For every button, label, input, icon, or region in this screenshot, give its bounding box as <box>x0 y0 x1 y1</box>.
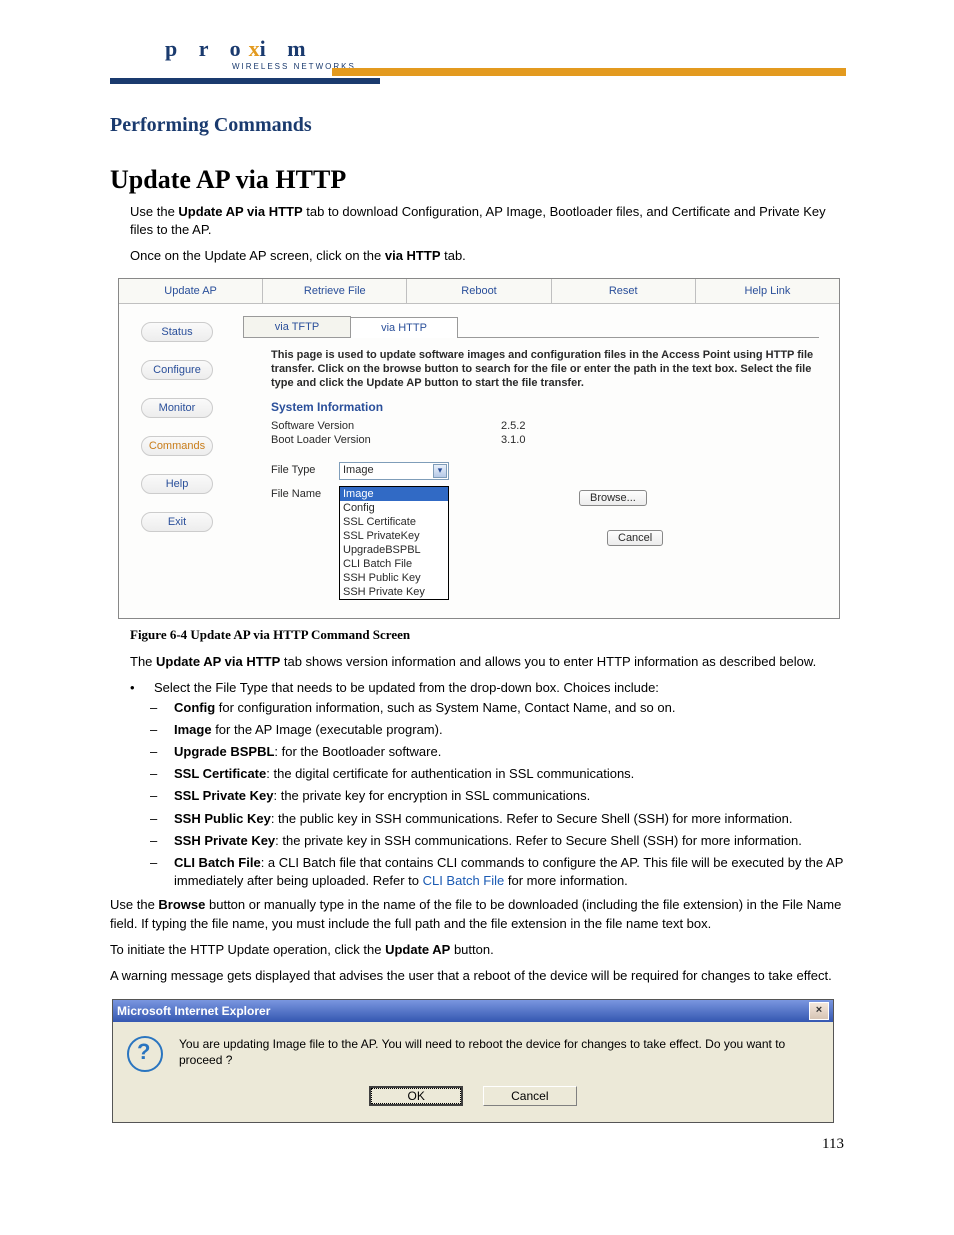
option-cli-batch-file[interactable]: CLI Batch File <box>340 557 448 571</box>
dialog-titlebar: Microsoft Internet Explorer × <box>113 1000 833 1022</box>
ap-description: This page is used to update software ima… <box>271 348 819 391</box>
option-ssl-certificate[interactable]: SSL Certificate <box>340 515 448 529</box>
cli-batch-file-link[interactable]: CLI Batch File <box>423 873 505 888</box>
sidebar-item-commands[interactable]: Commands <box>141 436 213 456</box>
sub-tabs: via TFTP via HTTP <box>243 316 819 338</box>
list-item: SSL Certificate: the digital certificate… <box>150 765 844 783</box>
sidebar-item-monitor[interactable]: Monitor <box>141 398 213 418</box>
brand-logo: p r oxi m <box>165 36 314 62</box>
ap-screenshot: Update AP Retrieve File Reboot Reset Hel… <box>118 278 840 620</box>
filename-label: File Name <box>271 486 339 500</box>
bootloader-version-label: Boot Loader Version <box>271 434 501 446</box>
tab-help-link[interactable]: Help Link <box>696 279 839 303</box>
list-item: SSH Public Key: the public key in SSH co… <box>150 810 844 828</box>
filetype-select[interactable]: Image ▾ <box>339 462 449 480</box>
sidebar-item-exit[interactable]: Exit <box>141 512 213 532</box>
brand-p: p r o <box>165 36 249 61</box>
intro-paragraph-2: Once on the Update AP screen, click on t… <box>130 247 844 265</box>
dialog-title: Microsoft Internet Explorer <box>117 1004 809 1018</box>
question-icon <box>127 1036 163 1072</box>
filetype-dropdown-list[interactable]: Image Config SSL Certificate SSL Private… <box>339 486 449 600</box>
browse-button[interactable]: Browse... <box>579 490 647 506</box>
tab-reboot[interactable]: Reboot <box>407 279 551 303</box>
brand-x: x <box>249 36 260 61</box>
list-item: SSL Private Key: the private key for enc… <box>150 787 844 805</box>
option-upgrade-bspbl[interactable]: UpgradeBSPBL <box>340 543 448 557</box>
section-title: Performing Commands <box>110 114 954 137</box>
figure-caption: Figure 6-4 Update AP via HTTP Command Sc… <box>130 627 954 643</box>
bootloader-version-value: 3.1.0 <box>501 434 525 446</box>
para-initiate: To initiate the HTTP Update operation, c… <box>110 941 844 959</box>
option-ssl-privatekey[interactable]: SSL PrivateKey <box>340 529 448 543</box>
para-warning: A warning message gets displayed that ad… <box>110 967 844 985</box>
close-icon[interactable]: × <box>809 1002 829 1020</box>
chevron-down-icon[interactable]: ▾ <box>433 464 447 478</box>
subtab-http[interactable]: via HTTP <box>350 317 458 338</box>
page-title: Update AP via HTTP <box>110 165 954 195</box>
subtab-tftp[interactable]: via TFTP <box>243 316 351 337</box>
page-number: 113 <box>822 1136 844 1153</box>
intro-paragraph: Use the Update AP via HTTP tab to downlo… <box>130 203 844 239</box>
cancel-button[interactable]: Cancel <box>607 530 663 546</box>
ap-top-tabs: Update AP Retrieve File Reboot Reset Hel… <box>119 279 839 304</box>
list-item: Config for configuration information, su… <box>150 699 844 717</box>
ok-button[interactable]: OK <box>369 1086 463 1106</box>
para-tab-shows: The Update AP via HTTP tab shows version… <box>130 653 844 671</box>
header-accent-blue <box>110 78 380 84</box>
software-version-label: Software Version <box>271 420 501 432</box>
page-header: p r oxi m WIRELESS NETWORKS <box>0 0 954 90</box>
option-ssh-public-key[interactable]: SSH Public Key <box>340 571 448 585</box>
ie-dialog: Microsoft Internet Explorer × You are up… <box>112 999 834 1123</box>
tab-retrieve-file[interactable]: Retrieve File <box>263 279 407 303</box>
file-type-list: Config for configuration information, su… <box>150 699 844 891</box>
dialog-cancel-button[interactable]: Cancel <box>483 1086 577 1106</box>
tab-reset[interactable]: Reset <box>552 279 696 303</box>
software-version-value: 2.5.2 <box>501 420 525 432</box>
sidebar-item-status[interactable]: Status <box>141 322 213 342</box>
para-browse: Use the Browse button or manually type i… <box>110 896 844 932</box>
ap-main: via TFTP via HTTP This page is used to u… <box>235 304 839 619</box>
brand-im: i m <box>260 36 314 61</box>
bullet-intro: Select the File Type that needs to be up… <box>130 680 844 695</box>
list-item: SSH Private Key: the private key in SSH … <box>150 832 844 850</box>
filetype-selected: Image <box>343 464 374 476</box>
header-accent-orange <box>332 68 846 76</box>
dialog-message: You are updating Image file to the AP. Y… <box>179 1036 817 1072</box>
ap-sidebar: Status Configure Monitor Commands Help E… <box>119 304 235 619</box>
list-item: Upgrade BSPBL: for the Bootloader softwa… <box>150 743 844 761</box>
option-config[interactable]: Config <box>340 501 448 515</box>
system-info-title: System Information <box>271 400 819 414</box>
tab-update-ap[interactable]: Update AP <box>119 279 263 303</box>
sidebar-item-help[interactable]: Help <box>141 474 213 494</box>
sidebar-item-configure[interactable]: Configure <box>141 360 213 380</box>
list-item: CLI Batch File: a CLI Batch file that co… <box>150 854 844 890</box>
option-ssh-private-key[interactable]: SSH Private Key <box>340 585 448 599</box>
list-item: Image for the AP Image (executable progr… <box>150 721 844 739</box>
option-image[interactable]: Image <box>340 487 448 501</box>
filetype-label: File Type <box>271 462 339 476</box>
